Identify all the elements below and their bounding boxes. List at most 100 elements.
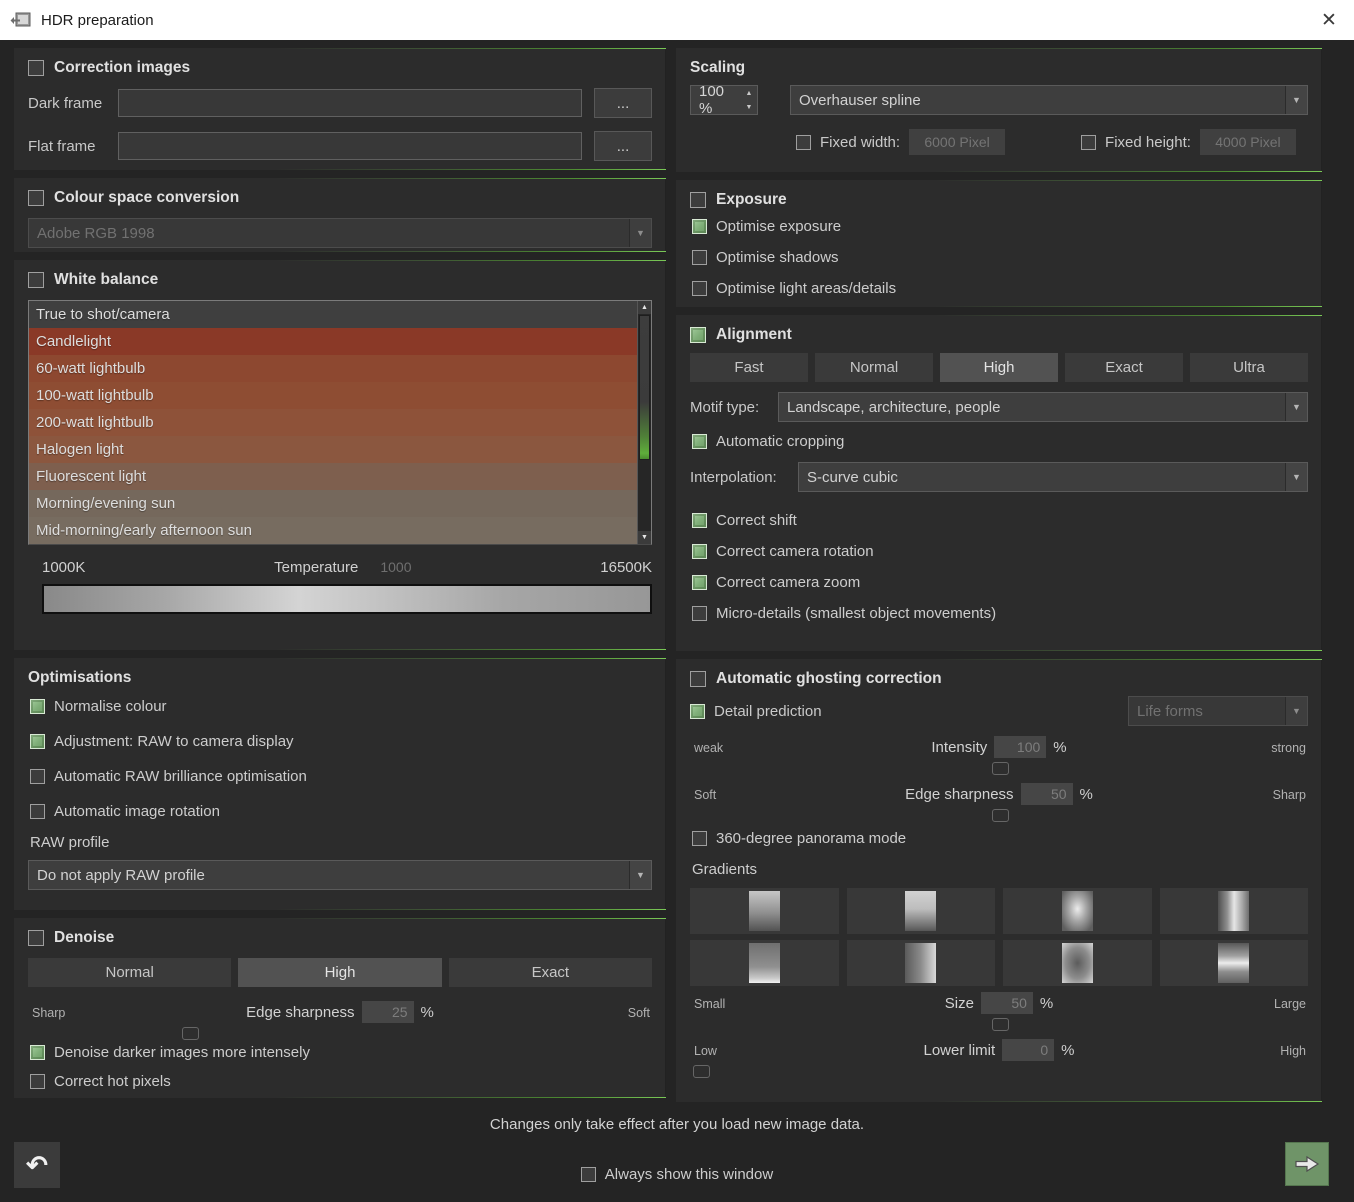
denoise-mode-high-button[interactable]: High: [238, 958, 441, 987]
motif-type-dropdown[interactable]: Landscape, architecture, people ▼: [778, 392, 1308, 422]
list-item[interactable]: Mid-morning/early afternoon sun: [29, 517, 638, 544]
correct-camera-zoom-checkbox[interactable]: [692, 575, 707, 590]
fixed-width-field[interactable]: 6000 Pixel: [909, 129, 1005, 155]
footer-bar: Changes only take effect after you load …: [0, 1102, 1354, 1202]
list-item[interactable]: Halogen light: [29, 436, 638, 463]
optimise-light-areas-checkbox[interactable]: [692, 281, 707, 296]
raw-profile-dropdown[interactable]: Do not apply RAW profile ▼: [28, 860, 652, 890]
denoise-checkbox[interactable]: [28, 930, 44, 946]
checkbox-label: Optimise exposure: [716, 218, 841, 235]
correction-images-checkbox[interactable]: [28, 60, 44, 76]
raw-brilliance-checkbox[interactable]: [30, 769, 45, 784]
spinner-up-icon[interactable]: ▲: [741, 86, 757, 100]
gradient-tile-radial-center[interactable]: [1003, 888, 1152, 934]
detail-prediction-checkbox[interactable]: [690, 704, 705, 719]
denoise-mode-exact-button[interactable]: Exact: [449, 958, 652, 987]
fixed-height-checkbox[interactable]: [1081, 135, 1096, 150]
normalise-colour-checkbox[interactable]: [30, 699, 45, 714]
gradient-tile-horizontal-band[interactable]: [1160, 940, 1309, 986]
micro-details-checkbox[interactable]: [692, 606, 707, 621]
temperature-slider[interactable]: [42, 584, 652, 614]
white-balance-checkbox[interactable]: [28, 272, 44, 288]
raw-profile-value: Do not apply RAW profile: [37, 867, 205, 884]
slider-handle[interactable]: [693, 1065, 710, 1078]
alignment-high-button[interactable]: High: [940, 353, 1058, 382]
scrollbar[interactable]: ▲ ▼: [637, 301, 651, 544]
list-item[interactable]: True to shot/camera: [29, 301, 638, 328]
list-item[interactable]: Morning/evening sun: [29, 490, 638, 517]
denoise-darker-checkbox[interactable]: [30, 1045, 45, 1060]
gradient-tile-linear-top-soft[interactable]: [847, 888, 996, 934]
flat-frame-input[interactable]: [118, 132, 582, 160]
alignment-checkbox[interactable]: [690, 327, 706, 343]
checkbox-label: Optimise shadows: [716, 249, 839, 266]
scroll-up-icon[interactable]: ▲: [638, 301, 651, 314]
panorama-mode-checkbox[interactable]: [692, 831, 707, 846]
checkbox-label: Correct shift: [716, 512, 797, 529]
gradient-tile-radial-inverse[interactable]: [1003, 940, 1152, 986]
correct-camera-rotation-checkbox[interactable]: [692, 544, 707, 559]
slider-handle[interactable]: [992, 762, 1009, 775]
title-bar: HDR preparation ✕: [0, 0, 1354, 40]
chevron-down-icon: ▼: [629, 219, 651, 247]
alignment-exact-button[interactable]: Exact: [1065, 353, 1183, 382]
lower-limit-value[interactable]: 0: [1002, 1039, 1054, 1061]
scale-percent-spinner[interactable]: 100 % ▲ ▼: [690, 85, 758, 115]
edge-sharpness-value[interactable]: 25: [362, 1001, 414, 1023]
gradient-tile-linear-top[interactable]: [690, 888, 839, 934]
exposure-checkbox[interactable]: [690, 192, 706, 208]
correct-shift-checkbox[interactable]: [692, 513, 707, 528]
slider-unit: %: [1053, 739, 1066, 756]
checkbox-label: Correct camera zoom: [716, 574, 860, 591]
list-item[interactable]: Candlelight: [29, 328, 638, 355]
image-rotation-checkbox[interactable]: [30, 804, 45, 819]
slider-handle[interactable]: [182, 1027, 199, 1040]
dark-frame-browse-button[interactable]: ...: [594, 88, 652, 118]
interpolation-dropdown[interactable]: S-curve cubic ▼: [798, 462, 1308, 492]
checkbox-label: Automatic RAW brilliance optimisation: [54, 768, 307, 785]
slider-handle[interactable]: [992, 809, 1009, 822]
gradient-tile-vertical-band[interactable]: [1160, 888, 1309, 934]
optimise-exposure-checkbox[interactable]: [692, 219, 707, 234]
intensity-value[interactable]: 100: [994, 736, 1046, 758]
colour-space-checkbox[interactable]: [28, 190, 44, 206]
size-value[interactable]: 50: [981, 992, 1033, 1014]
scrollbar-thumb[interactable]: [639, 315, 650, 460]
always-show-checkbox[interactable]: [581, 1167, 596, 1182]
close-icon[interactable]: ✕: [1310, 1, 1348, 39]
optimise-shadows-checkbox[interactable]: [692, 250, 707, 265]
ghosting-checkbox[interactable]: [690, 671, 706, 687]
raw-to-camera-checkbox[interactable]: [30, 734, 45, 749]
gradient-radial-inverse-icon: [1062, 943, 1093, 983]
fixed-width-checkbox[interactable]: [796, 135, 811, 150]
hot-pixels-checkbox[interactable]: [30, 1074, 45, 1089]
gradient-tile-linear-right[interactable]: [847, 940, 996, 986]
scroll-down-icon[interactable]: ▼: [638, 531, 651, 544]
undo-button[interactable]: ↶: [14, 1142, 60, 1188]
fixed-height-field[interactable]: 4000 Pixel: [1200, 129, 1296, 155]
alignment-normal-button[interactable]: Normal: [815, 353, 933, 382]
arrow-right-icon: [1294, 1155, 1320, 1173]
spinner-down-icon[interactable]: ▼: [741, 100, 757, 114]
list-item[interactable]: 200-watt lightbulb: [29, 409, 638, 436]
list-item[interactable]: 100-watt lightbulb: [29, 382, 638, 409]
flat-frame-browse-button[interactable]: ...: [594, 131, 652, 161]
colour-space-dropdown[interactable]: Adobe RGB 1998 ▼: [28, 218, 652, 248]
dark-frame-input[interactable]: [118, 89, 582, 117]
denoise-mode-normal-button[interactable]: Normal: [28, 958, 231, 987]
alignment-fast-button[interactable]: Fast: [690, 353, 808, 382]
exposure-title: Exposure: [716, 191, 787, 209]
continue-button[interactable]: [1285, 1142, 1329, 1186]
gradient-horizontal-band-icon: [1218, 943, 1249, 983]
list-item[interactable]: 60-watt lightbulb: [29, 355, 638, 382]
list-item[interactable]: Fluorescent light: [29, 463, 638, 490]
gradient-linear-bottom-icon: [749, 943, 780, 983]
detail-mode-dropdown[interactable]: Life forms ▼: [1128, 696, 1308, 726]
ghost-edge-sharpness-value[interactable]: 50: [1021, 783, 1073, 805]
slider-handle[interactable]: [992, 1018, 1009, 1031]
scaling-method-dropdown[interactable]: Overhauser spline ▼: [790, 85, 1308, 115]
alignment-ultra-button[interactable]: Ultra: [1190, 353, 1308, 382]
gradient-tile-linear-bottom[interactable]: [690, 940, 839, 986]
automatic-cropping-checkbox[interactable]: [692, 434, 707, 449]
scaling-title: Scaling: [690, 59, 1308, 77]
